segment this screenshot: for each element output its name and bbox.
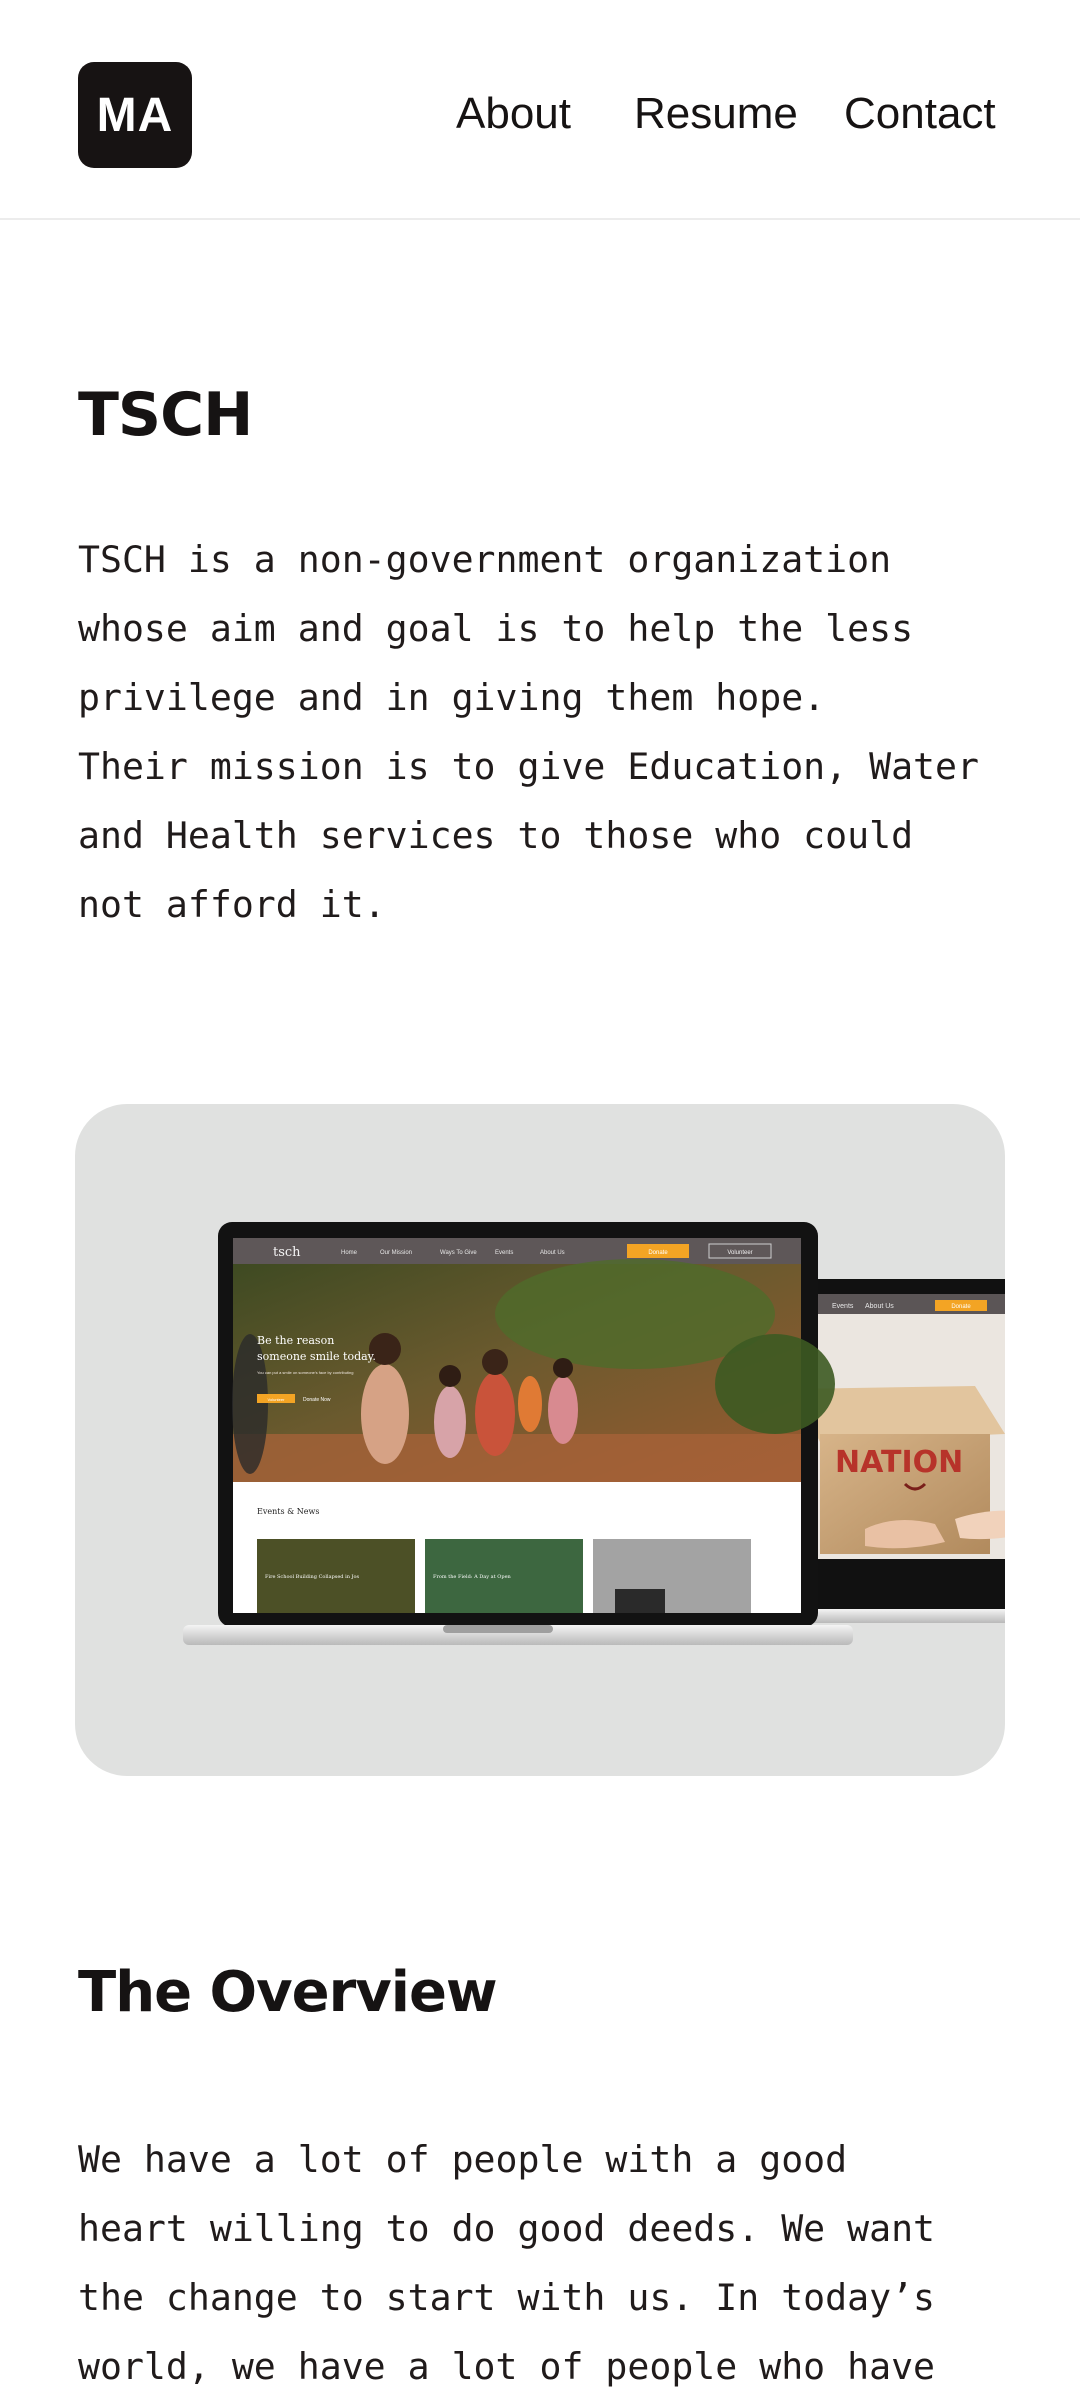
nav-contact-link[interactable]: Contact: [844, 84, 996, 144]
mock-hero-line1: Be the reason: [257, 1334, 334, 1347]
overview-heading: The Overview: [78, 1960, 498, 2025]
logo-text: MA: [96, 88, 174, 142]
project-mockup-card: Events About Us Donate NATION tsch Home …: [75, 1104, 1005, 1776]
overview-text: We have a lot of people with a good hear…: [78, 2138, 936, 2388]
mock-menu-about: About Us: [540, 1250, 565, 1256]
main-laptop: tsch Home Our Mission Ways To Give Event…: [183, 1222, 853, 1645]
mock-donate-label: Donate: [648, 1250, 668, 1256]
mock-hero-button1-label: Volunteer: [268, 1397, 286, 1402]
project-title: TSCH: [78, 380, 253, 450]
box-text: NATION: [835, 1445, 963, 1480]
second-menu-events: Events: [832, 1303, 854, 1310]
mock-menu-mission: Our Mission: [380, 1250, 412, 1256]
mock-event1-title: Fire School Building Collapsed in Jos: [265, 1574, 360, 1580]
logo-badge[interactable]: MA: [78, 62, 192, 168]
project-description: TSCH is a non-government organization wh…: [78, 538, 979, 926]
nav-about-link[interactable]: About: [456, 84, 571, 144]
mock-events-heading: Events & News: [257, 1507, 319, 1516]
second-donate-label: Donate: [951, 1304, 971, 1310]
mock-navbar: [233, 1238, 801, 1264]
site-header: MA About Resume Contact: [0, 0, 1080, 220]
second-menu-about: About Us: [865, 1303, 894, 1310]
mock-menu-ways: Ways To Give: [440, 1250, 477, 1256]
nav-resume-link[interactable]: Resume: [634, 84, 798, 144]
mock-menu-events: Events: [495, 1250, 513, 1256]
mock-menu-home: Home: [341, 1250, 358, 1256]
mockup-illustration: Events About Us Donate NATION tsch Home …: [183, 1222, 1005, 1645]
mock-hero-button2-label: Donate Now: [303, 1397, 331, 1403]
mock-hero-line2: someone smile today.: [257, 1350, 376, 1363]
mock-volunteer-label: Volunteer: [727, 1250, 752, 1256]
mock-brand: tsch: [273, 1245, 301, 1260]
mock-event2-title: From the Field: A Day at Open: [433, 1574, 512, 1580]
mock-hero-body: You can put a smile on someone's face by…: [257, 1370, 353, 1375]
